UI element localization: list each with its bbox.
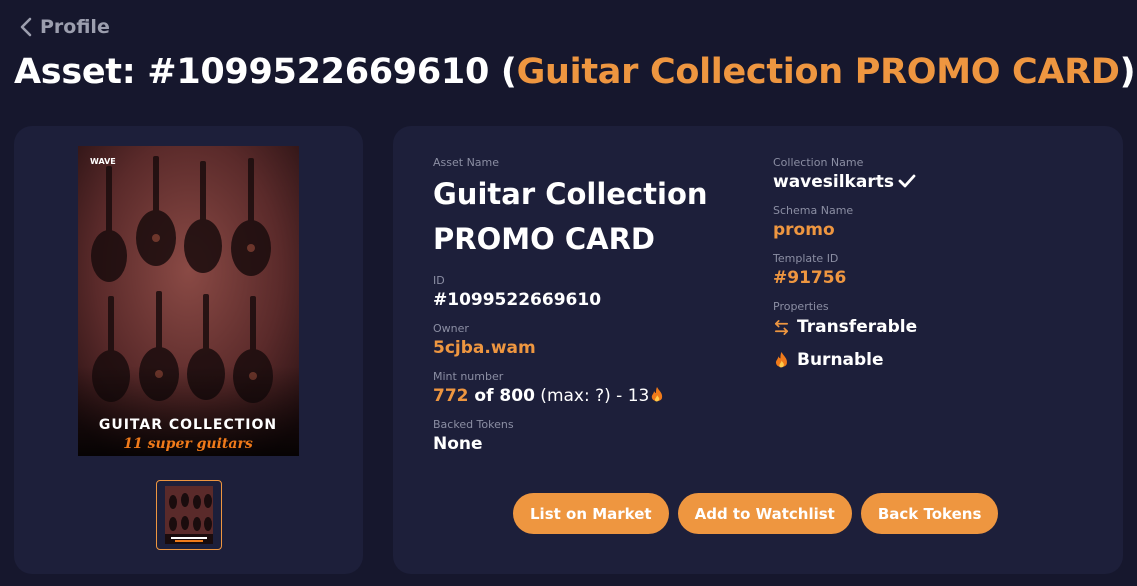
- collection-label: Collection Name: [773, 156, 864, 169]
- id-label: ID: [433, 274, 445, 287]
- asset-name-label: Asset Name: [433, 156, 500, 169]
- fire-icon: [775, 351, 787, 367]
- asset-main-image: WAVE GUITAR COLLECTION 11 super guitars: [78, 146, 299, 456]
- page-title-prefix: Asset: #1099522669610 (: [14, 52, 517, 92]
- image-caption-line1: GUITAR COLLECTION: [99, 417, 277, 433]
- property-transferable-label: Transferable: [797, 317, 918, 337]
- add-to-watchlist-button[interactable]: Add to Watchlist: [677, 493, 852, 534]
- fire-icon: [652, 387, 663, 402]
- property-burnable-label: Burnable: [797, 350, 884, 370]
- mint-extra: (max: ?) - 13: [534, 386, 650, 406]
- back-to-profile-link[interactable]: Profile: [18, 16, 110, 38]
- verified-check-icon: [898, 174, 916, 188]
- owner-block: Owner 5cjba.wam: [433, 322, 753, 358]
- schema-block: Schema Name promo: [773, 204, 1073, 240]
- template-label: Template ID: [773, 252, 839, 265]
- mint-value: 772 of 800 (max: ?) - 13: [433, 386, 753, 406]
- property-burnable: Burnable: [773, 350, 1073, 370]
- id-block: ID #1099522669610: [433, 274, 753, 310]
- asset-name-line1: Guitar Collection: [433, 177, 708, 211]
- template-link[interactable]: #91756: [773, 268, 1073, 288]
- template-block: Template ID #91756: [773, 252, 1073, 288]
- image-caption-line2: 11 super guitars: [123, 436, 253, 452]
- list-on-market-button[interactable]: List on Market: [513, 493, 669, 534]
- asset-name-value: Guitar Collection PROMO CARD: [433, 172, 753, 262]
- mint-block: Mint number 772 of 800 (max: ?) - 13: [433, 370, 753, 406]
- page-title: Asset: #1099522669610 (Guitar Collection…: [14, 52, 1136, 92]
- details-left-column: Asset Name Guitar Collection PROMO CARD …: [433, 156, 753, 466]
- page-title-suffix: ): [1119, 52, 1136, 92]
- details-right-column: Collection Name wavesilkarts Schema Name…: [773, 156, 1073, 383]
- owner-link[interactable]: 5cjba.wam: [433, 338, 753, 358]
- mint-number: 772: [433, 386, 469, 406]
- asset-actions: List on Market Add to Watchlist Back Tok…: [513, 493, 999, 534]
- asset-name-line2: PROMO CARD: [433, 222, 655, 256]
- properties-block: Properties Transferable Burnable: [773, 300, 1073, 370]
- image-brand-text: WAVE: [90, 157, 116, 166]
- collection-block: Collection Name wavesilkarts: [773, 156, 1073, 192]
- properties-label: Properties: [773, 300, 829, 313]
- back-tokens-button[interactable]: Back Tokens: [860, 493, 999, 534]
- backed-tokens-block: Backed Tokens None: [433, 418, 753, 454]
- chevron-left-icon: [20, 17, 32, 37]
- page-title-asset-name: Guitar Collection PROMO CARD: [516, 52, 1120, 92]
- asset-name-block: Asset Name Guitar Collection PROMO CARD: [433, 156, 753, 262]
- collection-link[interactable]: wavesilkarts: [773, 172, 1073, 192]
- mint-label: Mint number: [433, 370, 504, 383]
- asset-details-panel: Asset Name Guitar Collection PROMO CARD …: [393, 126, 1123, 574]
- id-value: #1099522669610: [433, 290, 602, 310]
- back-link-label: Profile: [40, 16, 110, 38]
- backed-tokens-value: None: [433, 434, 483, 454]
- schema-label: Schema Name: [773, 204, 854, 217]
- asset-image-panel: WAVE GUITAR COLLECTION 11 super guitars: [14, 126, 363, 574]
- transfer-arrows-icon: [774, 319, 789, 335]
- property-transferable: Transferable: [773, 317, 1073, 337]
- backed-tokens-label: Backed Tokens: [433, 418, 514, 431]
- mint-of-supply: of 800: [468, 386, 535, 406]
- asset-thumbnail[interactable]: [156, 480, 222, 550]
- owner-label: Owner: [433, 322, 469, 335]
- collection-name: wavesilkarts: [773, 172, 894, 192]
- schema-link[interactable]: promo: [773, 220, 1073, 240]
